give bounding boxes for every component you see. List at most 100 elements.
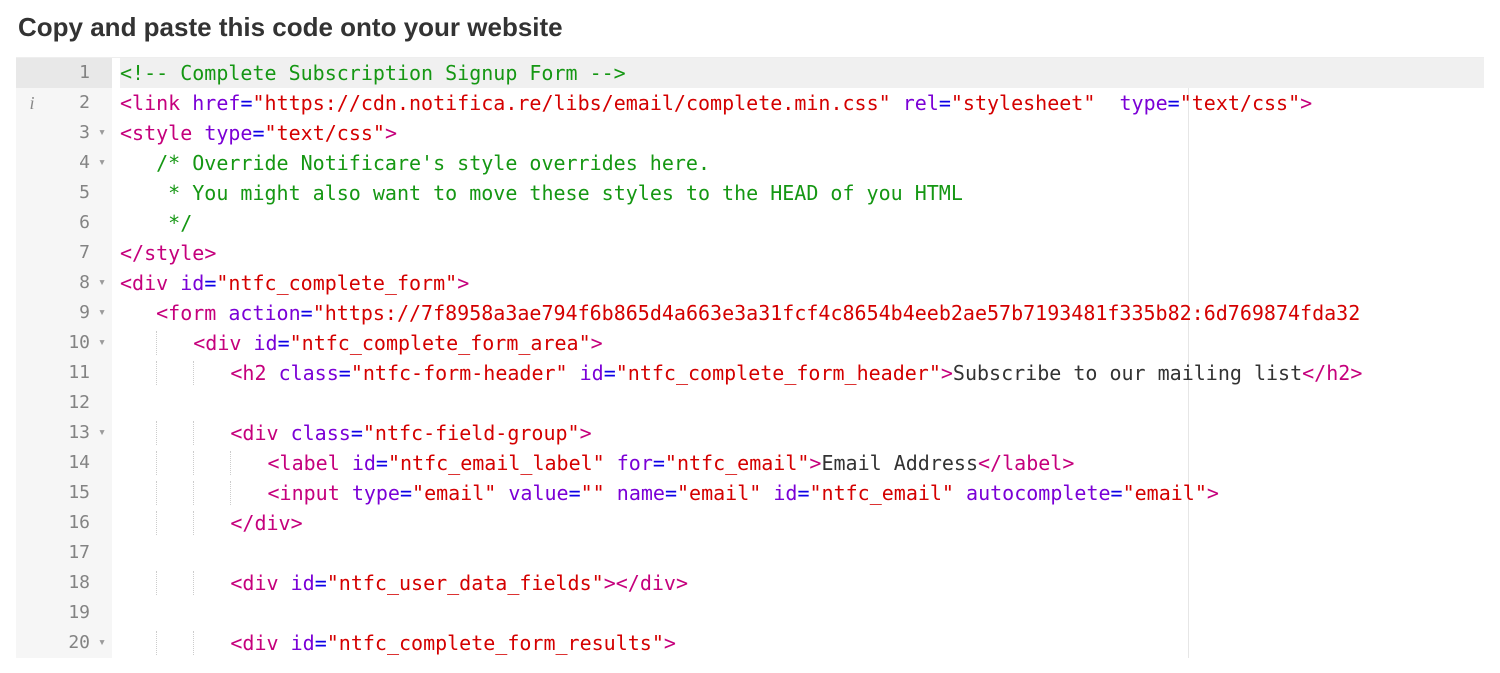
token: =: [301, 301, 313, 325]
fold-icon[interactable]: ▾: [96, 628, 108, 658]
token: "email": [677, 481, 761, 505]
line-number: 5: [79, 178, 90, 208]
token: [340, 451, 352, 475]
gutter-row: i2: [16, 88, 112, 118]
token: "ntfc-field-group": [363, 421, 580, 445]
token: "ntfc_complete_form_header": [616, 361, 941, 385]
token: [279, 631, 291, 655]
line-number: 1: [79, 58, 90, 88]
token: id: [580, 361, 604, 385]
token: div: [242, 571, 278, 595]
token: [1095, 91, 1119, 115]
token: div: [640, 571, 676, 595]
fold-icon[interactable]: ▾: [96, 298, 108, 328]
token: [168, 271, 180, 295]
code-line[interactable]: <div id="ntfc_complete_form_results">: [120, 628, 1484, 658]
token: =: [604, 361, 616, 385]
token: label: [280, 451, 340, 475]
token: </: [1302, 361, 1326, 385]
token: Subscribe to our mailing list: [953, 361, 1302, 385]
token: >: [457, 271, 469, 295]
token: div: [254, 511, 290, 535]
token: >: [1350, 361, 1362, 385]
code-line[interactable]: </div>: [120, 508, 1484, 538]
token: "ntfc_email": [809, 481, 954, 505]
code-line[interactable]: [120, 388, 1484, 418]
fold-icon[interactable]: ▾: [96, 268, 108, 298]
token: "ntfc_email": [665, 451, 810, 475]
line-number: 8: [79, 268, 90, 298]
token: label: [1002, 451, 1062, 475]
token: <: [120, 271, 132, 295]
gutter-row: 18: [16, 568, 112, 598]
fold-icon[interactable]: ▾: [96, 328, 108, 358]
token: div: [132, 271, 168, 295]
line-number: 13: [68, 418, 90, 448]
token: <: [230, 361, 242, 385]
code-line[interactable]: <!-- Complete Subscription Signup Form -…: [120, 58, 1484, 88]
code-line[interactable]: <link href="https://cdn.notifica.re/libs…: [120, 88, 1484, 118]
token: =: [665, 481, 677, 505]
token: =: [278, 331, 290, 355]
token: <: [268, 451, 280, 475]
code-line[interactable]: [120, 538, 1484, 568]
code-line[interactable]: </style>: [120, 238, 1484, 268]
gutter-row: 20▾: [16, 628, 112, 658]
code-line[interactable]: <div class="ntfc-field-group">: [120, 418, 1484, 448]
token: [761, 481, 773, 505]
token: <: [268, 481, 280, 505]
token: autocomplete: [966, 481, 1111, 505]
token: type: [1119, 91, 1167, 115]
token: action: [228, 301, 300, 325]
code-line[interactable]: * You might also want to move these styl…: [120, 178, 1484, 208]
token: "ntfc_complete_form": [216, 271, 457, 295]
token: [605, 451, 617, 475]
token: </: [230, 511, 254, 535]
gutter-row: 3▾: [16, 118, 112, 148]
token: style: [132, 121, 192, 145]
fold-icon[interactable]: ▾: [96, 118, 108, 148]
code-line[interactable]: <div id="ntfc_complete_form_area">: [120, 328, 1484, 358]
info-icon[interactable]: i: [22, 88, 42, 118]
code-line[interactable]: <label id="ntfc_email_label" for="ntfc_e…: [120, 448, 1484, 478]
code-line[interactable]: <div id="ntfc_user_data_fields"></div>: [120, 568, 1484, 598]
token: h2: [242, 361, 266, 385]
token: =: [939, 91, 951, 115]
gutter-row: 6: [16, 208, 112, 238]
code-line[interactable]: <div id="ntfc_complete_form">: [120, 268, 1484, 298]
token: div: [242, 631, 278, 655]
token: >: [385, 121, 397, 145]
line-number: 14: [68, 448, 90, 478]
editor-code[interactable]: <!-- Complete Subscription Signup Form -…: [112, 58, 1484, 658]
token: [279, 421, 291, 445]
gutter-row: 14: [16, 448, 112, 478]
line-number: 16: [68, 508, 90, 538]
token: "stylesheet": [951, 91, 1096, 115]
code-editor[interactable]: 1i23▾4▾5678▾9▾10▾111213▾14151617181920▾ …: [16, 57, 1484, 658]
token: class: [279, 361, 339, 385]
token: id: [291, 631, 315, 655]
token: =: [252, 121, 264, 145]
line-number: 3: [79, 118, 90, 148]
line-number: 4: [79, 148, 90, 178]
token: "ntfc_complete_form_results": [327, 631, 664, 655]
code-line[interactable]: [120, 598, 1484, 628]
token: >: [591, 331, 603, 355]
token: */: [168, 211, 192, 235]
fold-icon[interactable]: ▾: [96, 148, 108, 178]
code-line[interactable]: <style type="text/css">: [120, 118, 1484, 148]
token: h2: [1326, 361, 1350, 385]
token: </: [978, 451, 1002, 475]
token: id: [253, 331, 277, 355]
code-line[interactable]: <input type="email" value="" name="email…: [120, 478, 1484, 508]
fold-icon[interactable]: ▾: [96, 418, 108, 448]
gutter-row: 11: [16, 358, 112, 388]
code-line[interactable]: <form action="https://7f8958a3ae794f6b86…: [120, 298, 1484, 328]
code-line[interactable]: /* Override Notificare's style overrides…: [120, 148, 1484, 178]
token: =: [1168, 91, 1180, 115]
token: >: [1300, 91, 1312, 115]
code-line[interactable]: */: [120, 208, 1484, 238]
code-line[interactable]: <h2 class="ntfc-form-header" id="ntfc_co…: [120, 358, 1484, 388]
line-number: 20: [68, 628, 90, 658]
token: [120, 211, 168, 235]
